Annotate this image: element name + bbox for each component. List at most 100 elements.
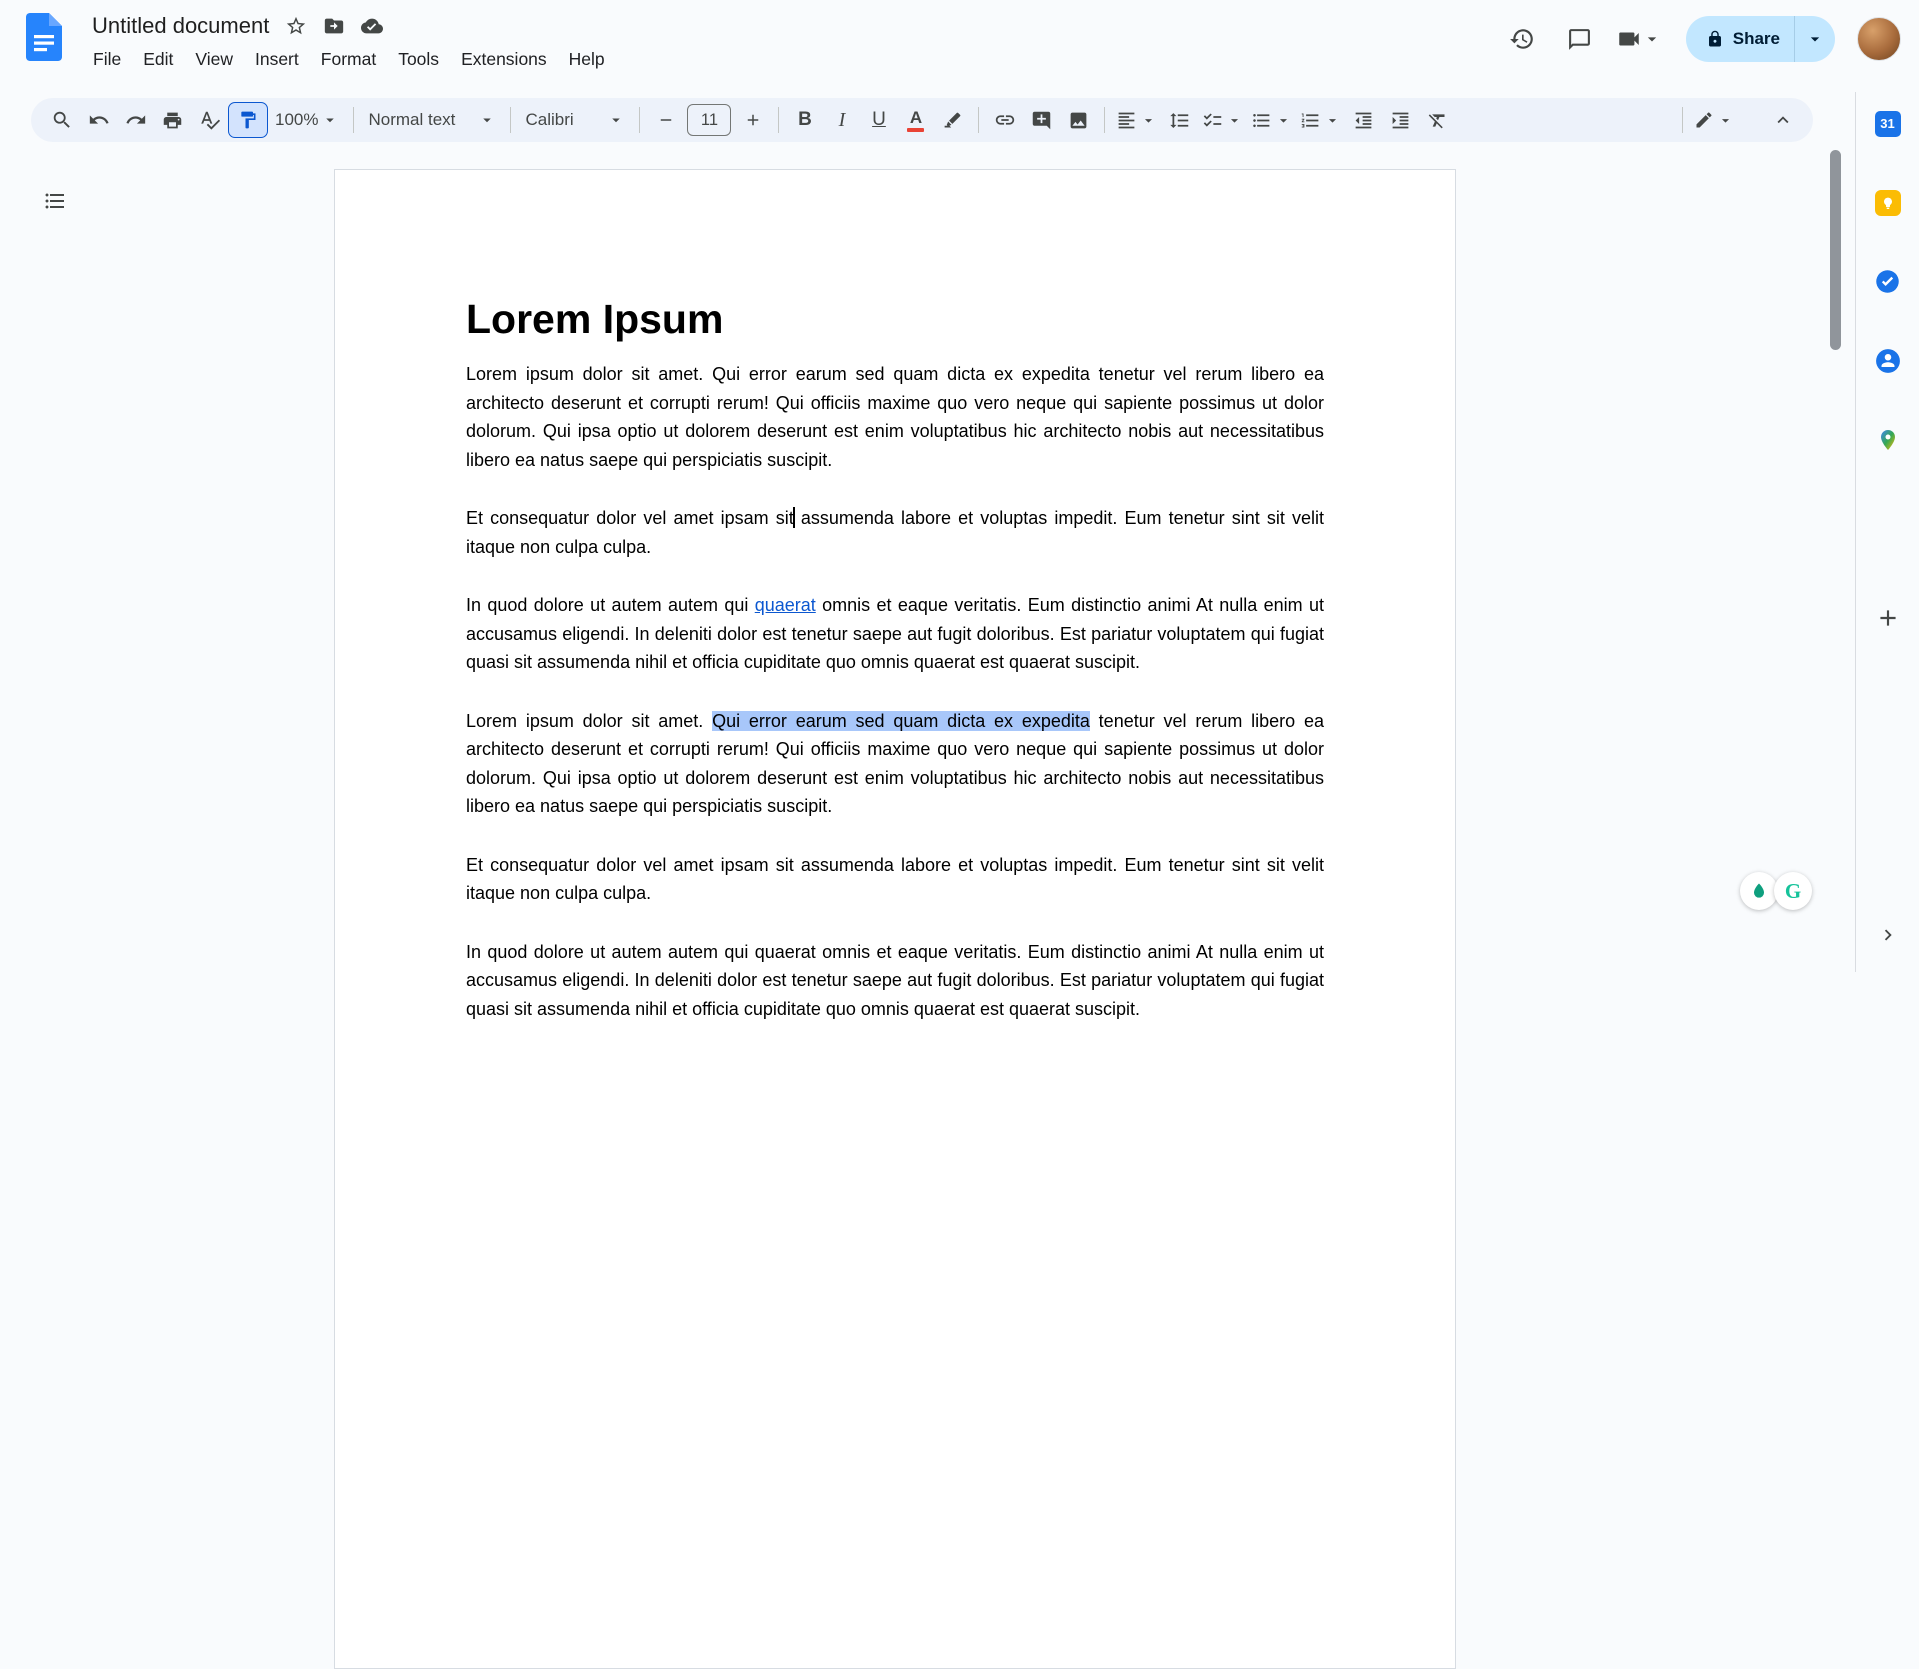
plus-icon <box>747 114 759 126</box>
checklist-button[interactable] <box>1198 110 1247 131</box>
tasks-button[interactable] <box>1874 268 1901 295</box>
paragraph-5[interactable]: Et consequatur dolor vel amet ipsam sit … <box>466 851 1324 908</box>
scrollbar-thumb[interactable] <box>1830 150 1841 350</box>
numbered-list-icon <box>1302 113 1319 127</box>
paragraph-4[interactable]: Lorem ipsum dolor sit amet. Qui error ea… <box>466 707 1324 821</box>
account-avatar[interactable] <box>1857 17 1901 61</box>
menu-tools[interactable]: Tools <box>387 46 450 73</box>
decrease-font-size-button[interactable] <box>647 102 684 139</box>
chevron-down-icon <box>1280 118 1288 123</box>
bulleted-list-button[interactable] <box>1247 110 1296 131</box>
menu-help[interactable]: Help <box>558 46 616 73</box>
chevron-down-icon <box>1231 118 1239 123</box>
keep-button[interactable] <box>1874 189 1901 216</box>
numbered-list-button[interactable] <box>1296 110 1345 131</box>
calendar-button[interactable]: 31 <box>1874 110 1901 137</box>
grammarly-widget: G <box>1740 872 1812 910</box>
maps-button[interactable] <box>1874 426 1901 453</box>
underline-button[interactable]: U <box>860 102 897 139</box>
italic-button[interactable]: I <box>823 102 860 139</box>
show-outline-button[interactable] <box>34 180 76 222</box>
video-call-icon <box>1619 32 1639 46</box>
underline-label: U <box>872 109 886 130</box>
grammarly-tone-icon <box>1754 883 1764 898</box>
bold-button[interactable]: B <box>786 102 823 139</box>
paragraph-style-select[interactable]: Normal text <box>361 110 503 130</box>
clear-formatting-button[interactable] <box>1419 102 1456 139</box>
document-title[interactable]: Untitled document <box>92 13 269 39</box>
increase-indent-button[interactable] <box>1382 102 1419 139</box>
insert-link-button[interactable] <box>986 102 1023 139</box>
docs-home-button[interactable] <box>26 13 62 61</box>
paragraph-style-value: Normal text <box>368 110 456 129</box>
zoom-select[interactable]: 100% <box>268 110 346 130</box>
grammarly-button[interactable]: G <box>1774 872 1812 910</box>
print-button[interactable] <box>154 102 191 139</box>
quaerat-link[interactable]: quaerat <box>755 595 816 615</box>
grammarly-tone-button[interactable] <box>1740 872 1778 910</box>
chevron-down-icon <box>1145 118 1153 123</box>
version-history-button[interactable] <box>1500 17 1544 61</box>
vertical-scrollbar[interactable] <box>1829 142 1841 972</box>
document-page[interactable]: Lorem Ipsum Lorem ipsum dolor sit amet. … <box>334 169 1456 1669</box>
font-value: Calibri <box>525 110 574 129</box>
share-options-button[interactable] <box>1795 29 1835 49</box>
editing-mode-button[interactable] <box>1690 110 1738 130</box>
plus-icon <box>1879 610 1896 626</box>
paragraph-6[interactable]: In quod dolore ut autem autem qui quaera… <box>466 938 1324 1024</box>
font-size-input[interactable] <box>687 104 732 136</box>
redo-button[interactable] <box>117 102 154 139</box>
top-bar-actions: Share <box>1500 16 1901 62</box>
open-comments-button[interactable] <box>1558 17 1602 61</box>
hide-side-panel-button[interactable] <box>1877 924 1899 946</box>
star-icon[interactable] <box>285 15 307 37</box>
paragraph-1[interactable]: Lorem ipsum dolor sit amet. Qui error ea… <box>466 360 1324 474</box>
text-run: Lorem ipsum dolor sit amet. Qui error ea… <box>466 364 1324 470</box>
menu-file[interactable]: File <box>82 46 132 73</box>
paragraph-2[interactable]: Et consequatur dolor vel amet ipsam sit … <box>466 504 1324 561</box>
spellcheck-icon <box>200 111 220 130</box>
contacts-button[interactable] <box>1874 347 1901 374</box>
redo-icon <box>125 115 145 124</box>
zoom-value: 100% <box>275 110 319 129</box>
join-call-button[interactable] <box>1616 26 1662 52</box>
maps-icon <box>1880 429 1895 450</box>
search-icon <box>53 111 70 128</box>
add-comment-icon <box>1033 111 1051 129</box>
line-spacing-button[interactable] <box>1161 102 1198 139</box>
decrease-indent-button[interactable] <box>1345 102 1382 139</box>
get-add-ons-button[interactable] <box>1875 605 1901 631</box>
undo-button[interactable] <box>80 102 117 139</box>
toolbar-divider <box>639 107 641 133</box>
highlight-color-button[interactable] <box>934 102 971 139</box>
toolbar-divider <box>353 107 355 133</box>
page-title[interactable]: Lorem Ipsum <box>466 295 1324 344</box>
search-menus-button[interactable] <box>43 102 80 139</box>
chevron-down-icon <box>612 118 621 123</box>
share-button[interactable]: Share <box>1685 16 1835 62</box>
document-outline-icon <box>45 193 64 209</box>
text-color-button[interactable]: A <box>897 102 934 139</box>
move-folder-icon[interactable] <box>323 15 345 37</box>
menu-edit[interactable]: Edit <box>132 46 184 73</box>
hide-menus-button[interactable] <box>1764 102 1801 139</box>
paint-format-button[interactable] <box>228 102 268 138</box>
paragraph-3[interactable]: In quod dolore ut autem autem qui quaera… <box>466 591 1324 677</box>
selected-text[interactable]: Qui error earum sed quam dicta ex expedi… <box>712 710 1090 731</box>
decrease-indent-icon <box>1356 112 1372 128</box>
spelling-grammar-check-button[interactable] <box>191 102 228 139</box>
menu-view[interactable]: View <box>184 46 244 73</box>
menu-format[interactable]: Format <box>310 46 387 73</box>
add-comment-button[interactable] <box>1023 102 1060 139</box>
text-color-icon: A <box>907 109 925 132</box>
increase-indent-icon <box>1393 112 1409 128</box>
chevron-down-icon <box>1810 37 1820 42</box>
cloud-saved-icon[interactable] <box>361 15 384 37</box>
italic-label: I <box>838 108 846 131</box>
menu-insert[interactable]: Insert <box>244 46 310 73</box>
font-select[interactable]: Calibri <box>518 110 632 130</box>
increase-font-size-button[interactable] <box>734 102 771 139</box>
align-button[interactable] <box>1112 110 1161 131</box>
menu-extensions[interactable]: Extensions <box>450 46 558 73</box>
insert-image-button[interactable] <box>1060 102 1097 139</box>
